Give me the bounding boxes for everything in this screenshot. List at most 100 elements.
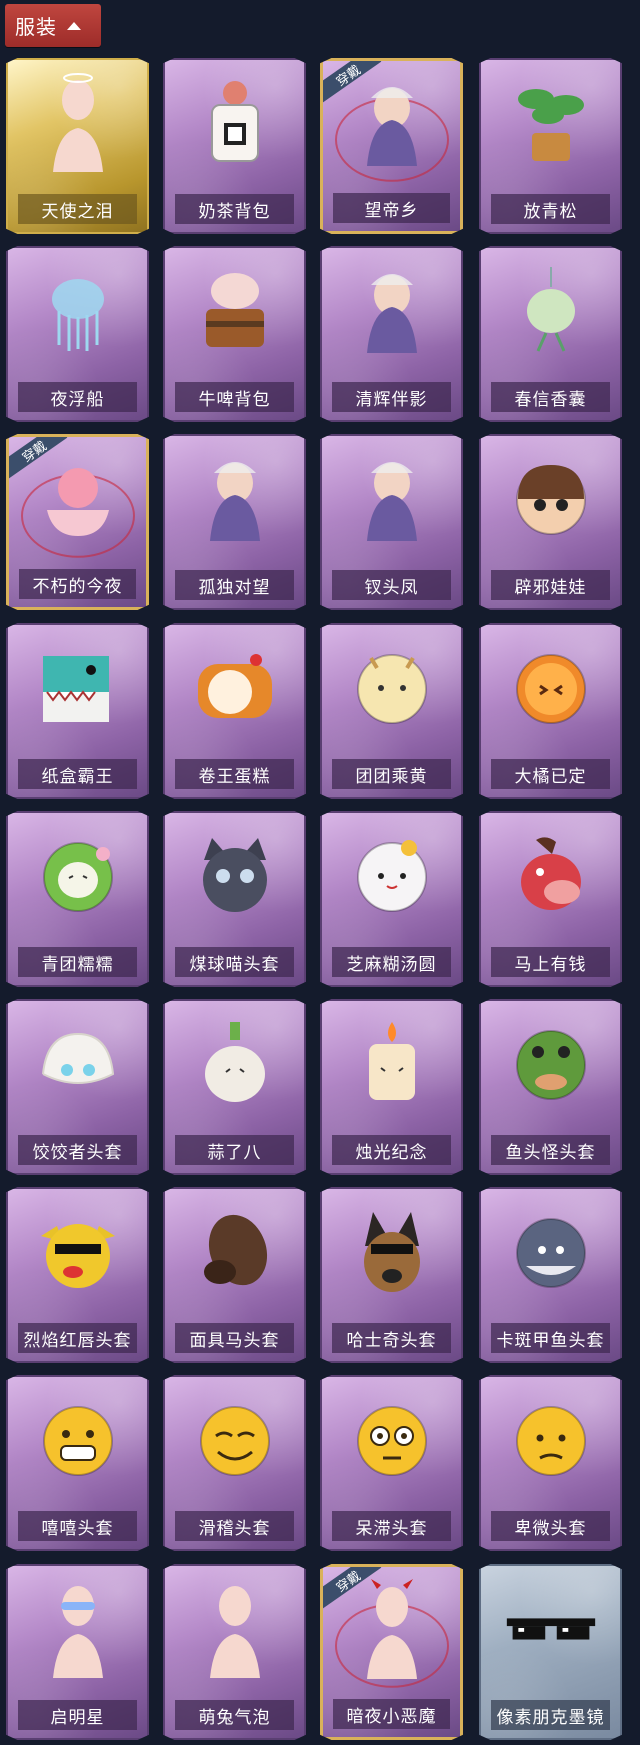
costume-card[interactable]: 青团糯糯: [6, 811, 149, 987]
dazed-emoji-icon: [344, 1391, 440, 1487]
costume-name: 钗头凤: [332, 570, 451, 600]
costume-card[interactable]: 煤球喵头套: [163, 811, 306, 987]
costume-name: 鱼头怪头套: [491, 1135, 610, 1165]
costume-card[interactable]: 烈焰红唇头套: [6, 1187, 149, 1363]
star-glasses-body-icon: [30, 1580, 126, 1678]
costume-name: 蒜了八: [175, 1135, 294, 1165]
cow-beer-mug-icon: [187, 262, 283, 358]
costume-card[interactable]: 面具马头套: [163, 1187, 306, 1363]
smirk-emoji-icon: [187, 1391, 283, 1487]
horse-mask-icon: [187, 1203, 283, 1299]
costume-card[interactable]: 蒜了八: [163, 999, 306, 1175]
costume-name: 春信香囊: [491, 382, 610, 412]
costume-card[interactable]: 穿戴 不朽的今夜: [6, 434, 149, 610]
costume-card[interactable]: 启明星: [6, 1564, 149, 1740]
costume-card[interactable]: 烛光纪念: [320, 999, 463, 1175]
costume-name: 饺饺者头套: [18, 1135, 137, 1165]
whale-head-icon: [503, 1203, 599, 1299]
costume-card[interactable]: 卡斑甲鱼头套: [479, 1187, 622, 1363]
pine-bonsai-icon: [503, 74, 599, 170]
fox-girl-charm-icon: [344, 262, 440, 358]
costume-name: 清辉伴影: [332, 382, 451, 412]
costume-name: 青团糯糯: [18, 947, 137, 977]
costume-name: 像素朋克墨镜: [491, 1700, 610, 1730]
costume-card[interactable]: 饺饺者头套: [6, 999, 149, 1175]
orange-slice-head-icon: [503, 639, 599, 735]
costume-card[interactable]: 清辉伴影: [320, 246, 463, 422]
fish-head-icon: [503, 1015, 599, 1111]
husky-head-icon: [344, 1203, 440, 1299]
phoenix-crown-icon: [344, 450, 440, 546]
costume-name: 大橘已定: [491, 759, 610, 789]
costume-name: 团团乘黄: [332, 759, 451, 789]
humble-emoji-icon: [503, 1391, 599, 1487]
devil-body-icon: [344, 1579, 440, 1679]
costume-name: 哈士奇头套: [332, 1323, 451, 1353]
costume-card[interactable]: 卑微头套: [479, 1375, 622, 1551]
costume-name: 夜浮船: [18, 382, 137, 412]
costume-card[interactable]: 夜浮船: [6, 246, 149, 422]
costume-name: 芝麻糊汤圆: [332, 947, 451, 977]
candle-head-icon: [344, 1015, 440, 1111]
milk-tea-backpack-icon: [187, 74, 283, 170]
costume-name: 放青松: [491, 194, 610, 224]
costume-card[interactable]: 钗头凤: [320, 434, 463, 610]
costume-name: 奶茶背包: [175, 194, 294, 224]
costume-name: 呆滞头套: [332, 1511, 451, 1541]
costume-card[interactable]: 奶茶背包: [163, 58, 306, 234]
costume-name: 卷王蛋糕: [175, 759, 294, 789]
costume-card[interactable]: 像素朋克墨镜: [479, 1564, 622, 1740]
jellyfish-icon: [30, 262, 126, 358]
green-dumpling-head-icon: [30, 827, 126, 923]
costume-card[interactable]: 萌兔气泡: [163, 1564, 306, 1740]
costume-card[interactable]: 牛啤背包: [163, 246, 306, 422]
costume-name: 煤球喵头套: [175, 947, 294, 977]
costume-card[interactable]: 辟邪娃娃: [479, 434, 622, 610]
grin-emoji-icon: [30, 1391, 126, 1487]
costume-card[interactable]: 放青松: [479, 58, 622, 234]
costume-name: 卡斑甲鱼头套: [491, 1323, 610, 1353]
costume-card[interactable]: 哈士奇头套: [320, 1187, 463, 1363]
costume-card[interactable]: 纸盒霸王: [6, 623, 149, 799]
costume-name: 嘻嘻头套: [18, 1511, 137, 1541]
costume-name: 不朽的今夜: [19, 569, 136, 599]
costume-name: 马上有钱: [491, 947, 610, 977]
section-toggle-button[interactable]: 服装: [5, 4, 101, 47]
costume-card[interactable]: 穿戴 暗夜小恶魔: [320, 1564, 463, 1740]
costume-card[interactable]: 嘻嘻头套: [6, 1375, 149, 1551]
red-horse-head-icon: [503, 827, 599, 923]
chevron-up-icon: [67, 21, 81, 30]
costume-name: 烈焰红唇头套: [18, 1323, 137, 1353]
silver-hair-charm-icon: [187, 450, 283, 546]
black-cat-head-icon: [187, 827, 283, 923]
costume-name: 滑稽头套: [175, 1511, 294, 1541]
rice-ball-head-icon: [344, 827, 440, 923]
costume-name: 辟邪娃娃: [491, 570, 610, 600]
costume-name: 孤独对望: [175, 570, 294, 600]
costume-name: 卑微头套: [491, 1511, 610, 1541]
costume-card[interactable]: 卷王蛋糕: [163, 623, 306, 799]
dumpling-head-icon: [30, 1015, 126, 1111]
costume-card[interactable]: 滑稽头套: [163, 1375, 306, 1551]
cream-bun-head-icon: [344, 639, 440, 735]
costume-card[interactable]: 天使之泪: [6, 58, 149, 234]
costume-card[interactable]: 春信香囊: [479, 246, 622, 422]
costume-card[interactable]: 团团乘黄: [320, 623, 463, 799]
roll-cake-head-icon: [187, 639, 283, 735]
costume-name: 萌兔气泡: [175, 1700, 294, 1730]
costume-card[interactable]: 马上有钱: [479, 811, 622, 987]
costume-name: 暗夜小恶魔: [333, 1699, 450, 1729]
costume-card[interactable]: 孤独对望: [163, 434, 306, 610]
costume-card[interactable]: 鱼头怪头套: [479, 999, 622, 1175]
bunny-bubble-body-icon: [187, 1580, 283, 1678]
doll-head-icon: [503, 450, 599, 546]
costume-card[interactable]: 芝麻糊汤圆: [320, 811, 463, 987]
section-label: 服装: [15, 15, 57, 39]
costume-card[interactable]: 呆滞头套: [320, 1375, 463, 1551]
costume-name: 启明星: [18, 1700, 137, 1730]
costume-name: 天使之泪: [18, 194, 137, 224]
costume-card[interactable]: 穿戴 望帝乡: [320, 58, 463, 234]
costume-name: 烛光纪念: [332, 1135, 451, 1165]
costume-card[interactable]: 大橘已定: [479, 623, 622, 799]
pink-cat-bowl-icon: [30, 451, 126, 547]
